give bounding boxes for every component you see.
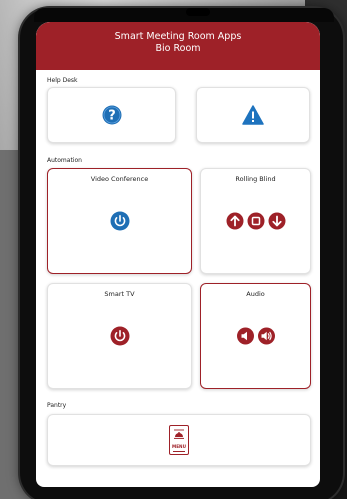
- rolling-blind-label: Rolling Blind: [235, 175, 276, 183]
- arrow-down-icon[interactable]: [268, 212, 286, 230]
- room-name: Bio Room: [155, 43, 201, 54]
- section-label-help-desk: Help Desk: [47, 77, 78, 84]
- rolling-blind-tile[interactable]: Rolling Blind: [200, 168, 311, 274]
- power-icon: [110, 326, 130, 346]
- smart-tv-label: Smart TV: [104, 290, 135, 298]
- pantry-menu-tile[interactable]: MENU: [47, 414, 311, 466]
- audio-label: Audio: [246, 290, 265, 298]
- menu-label: MENU: [172, 444, 186, 449]
- svg-text:?: ?: [108, 109, 116, 124]
- app-header: Smart Meeting Room Apps Bio Room: [36, 22, 320, 70]
- volume-down-icon[interactable]: [236, 327, 254, 345]
- section-label-pantry: Pantry: [47, 402, 67, 409]
- warning-tile[interactable]: [196, 87, 310, 143]
- video-conference-tile[interactable]: Video Conference: [47, 168, 192, 274]
- app-screen: Smart Meeting Room Apps Bio Room Help De…: [36, 22, 320, 487]
- app-title: Smart Meeting Room Apps: [114, 31, 242, 42]
- camera-icon: [186, 8, 210, 16]
- section-label-automation: Automation: [47, 157, 82, 164]
- warning-icon: [242, 105, 264, 125]
- rolling-blind-controls: [226, 212, 286, 230]
- smart-tv-tile[interactable]: Smart TV: [47, 283, 192, 389]
- menu-book-icon: MENU: [169, 425, 189, 455]
- power-icon: [110, 211, 130, 231]
- help-icon: ?: [102, 105, 122, 125]
- arrow-up-icon[interactable]: [226, 212, 244, 230]
- menu-line: [173, 451, 185, 452]
- tablet-top-bezel: [34, 8, 334, 22]
- volume-up-icon[interactable]: [257, 327, 275, 345]
- audio-controls: [236, 327, 275, 345]
- video-conference-label: Video Conference: [90, 175, 149, 183]
- help-tile[interactable]: ?: [47, 87, 176, 143]
- audio-tile[interactable]: Audio: [200, 283, 311, 389]
- stop-icon[interactable]: [247, 212, 265, 230]
